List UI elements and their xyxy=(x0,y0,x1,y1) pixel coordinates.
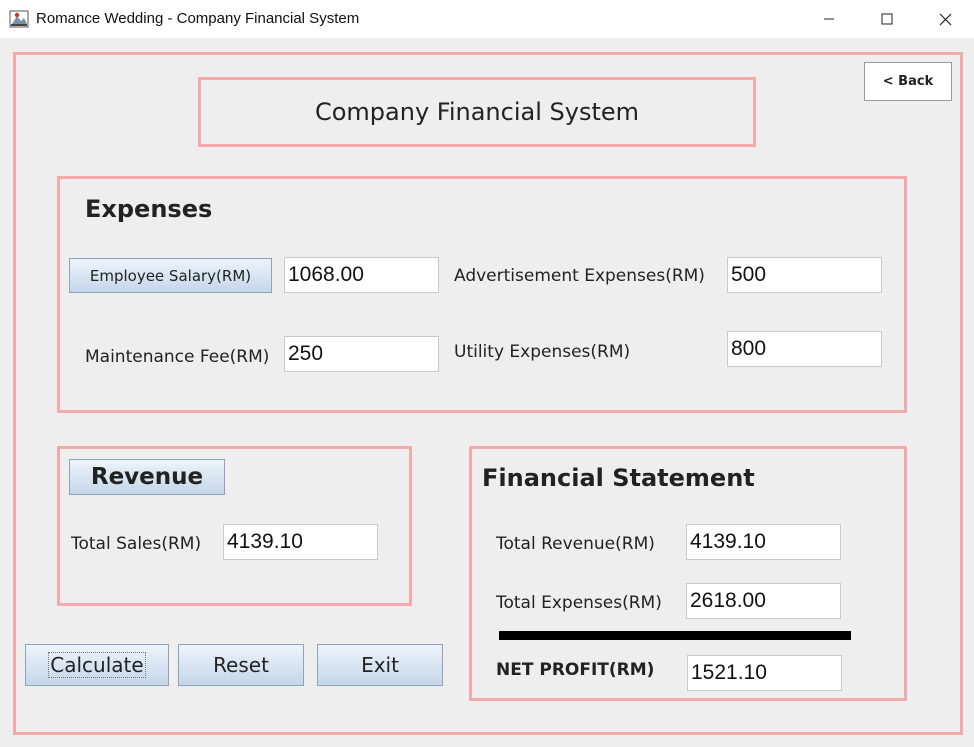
calculate-label: Calculate xyxy=(48,652,146,678)
window-title: Romance Wedding - Company Financial Syst… xyxy=(36,10,360,27)
utility-field[interactable] xyxy=(727,331,882,367)
employee-salary-label: Employee Salary(RM) xyxy=(89,266,252,285)
title-panel: Company Financial System xyxy=(198,77,756,147)
employee-salary-button[interactable]: Employee Salary(RM) xyxy=(69,258,272,293)
advertisement-field[interactable] xyxy=(727,257,882,293)
window-title-bar: Romance Wedding - Company Financial Syst… xyxy=(0,0,974,38)
total-expenses-field[interactable] xyxy=(686,583,841,619)
exit-label: Exit xyxy=(361,653,399,677)
reset-label: Reset xyxy=(213,653,269,677)
page-title: Company Financial System xyxy=(314,98,640,126)
total-sales-label: Total Sales(RM) xyxy=(71,534,202,554)
revenue-button[interactable]: Revenue xyxy=(69,459,225,495)
statement-divider xyxy=(499,631,851,640)
financial-statement-heading: Financial Statement xyxy=(482,464,755,492)
maintenance-field[interactable] xyxy=(284,336,439,372)
maintenance-label: Maintenance Fee(RM) xyxy=(85,347,270,367)
minimize-icon xyxy=(824,18,834,20)
revenue-heading: Revenue xyxy=(90,464,204,490)
maximize-button[interactable] xyxy=(858,0,916,38)
main-panel: < Back Company Financial System Expenses… xyxy=(0,38,974,747)
total-revenue-label: Total Revenue(RM) xyxy=(496,534,655,554)
net-profit-label: NET PROFIT(RM) xyxy=(496,660,655,680)
maximize-icon xyxy=(881,13,893,25)
close-button[interactable] xyxy=(916,0,974,38)
close-icon xyxy=(939,13,951,25)
total-expenses-label: Total Expenses(RM) xyxy=(496,593,662,613)
total-sales-field[interactable] xyxy=(223,524,378,560)
back-button[interactable]: < Back xyxy=(864,62,952,101)
calculate-button[interactable]: Calculate xyxy=(25,644,169,686)
minimize-button[interactable] xyxy=(800,0,858,38)
reset-button[interactable]: Reset xyxy=(178,644,304,686)
expenses-heading: Expenses xyxy=(85,195,213,223)
net-profit-field[interactable] xyxy=(687,655,842,691)
utility-label: Utility Expenses(RM) xyxy=(454,342,631,362)
advertisement-label: Advertisement Expenses(RM) xyxy=(454,266,705,286)
exit-button[interactable]: Exit xyxy=(317,644,443,686)
java-app-icon xyxy=(9,10,29,28)
employee-salary-field[interactable] xyxy=(284,257,439,293)
total-revenue-field[interactable] xyxy=(686,524,841,560)
